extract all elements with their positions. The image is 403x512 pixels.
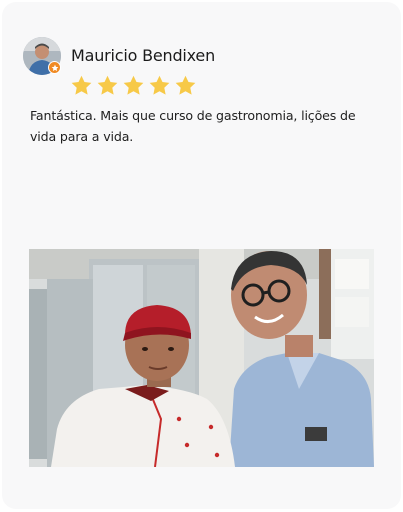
star-icon xyxy=(175,75,196,95)
reviewer-name: Mauricio Bendixen xyxy=(71,46,216,65)
rating-stars xyxy=(70,74,197,97)
review-text: Fantástica. Mais que curso de gastronomi… xyxy=(30,108,356,144)
review-photo[interactable] xyxy=(29,249,374,467)
review-card: Mauricio Bendixen Fantástica. Mais que c… xyxy=(2,2,401,509)
review-photo-image xyxy=(29,249,374,467)
star-icon xyxy=(149,75,170,95)
star-icon xyxy=(123,75,144,95)
star-icon xyxy=(97,75,118,95)
star-icon xyxy=(71,75,92,95)
star-badge-icon xyxy=(48,61,61,74)
